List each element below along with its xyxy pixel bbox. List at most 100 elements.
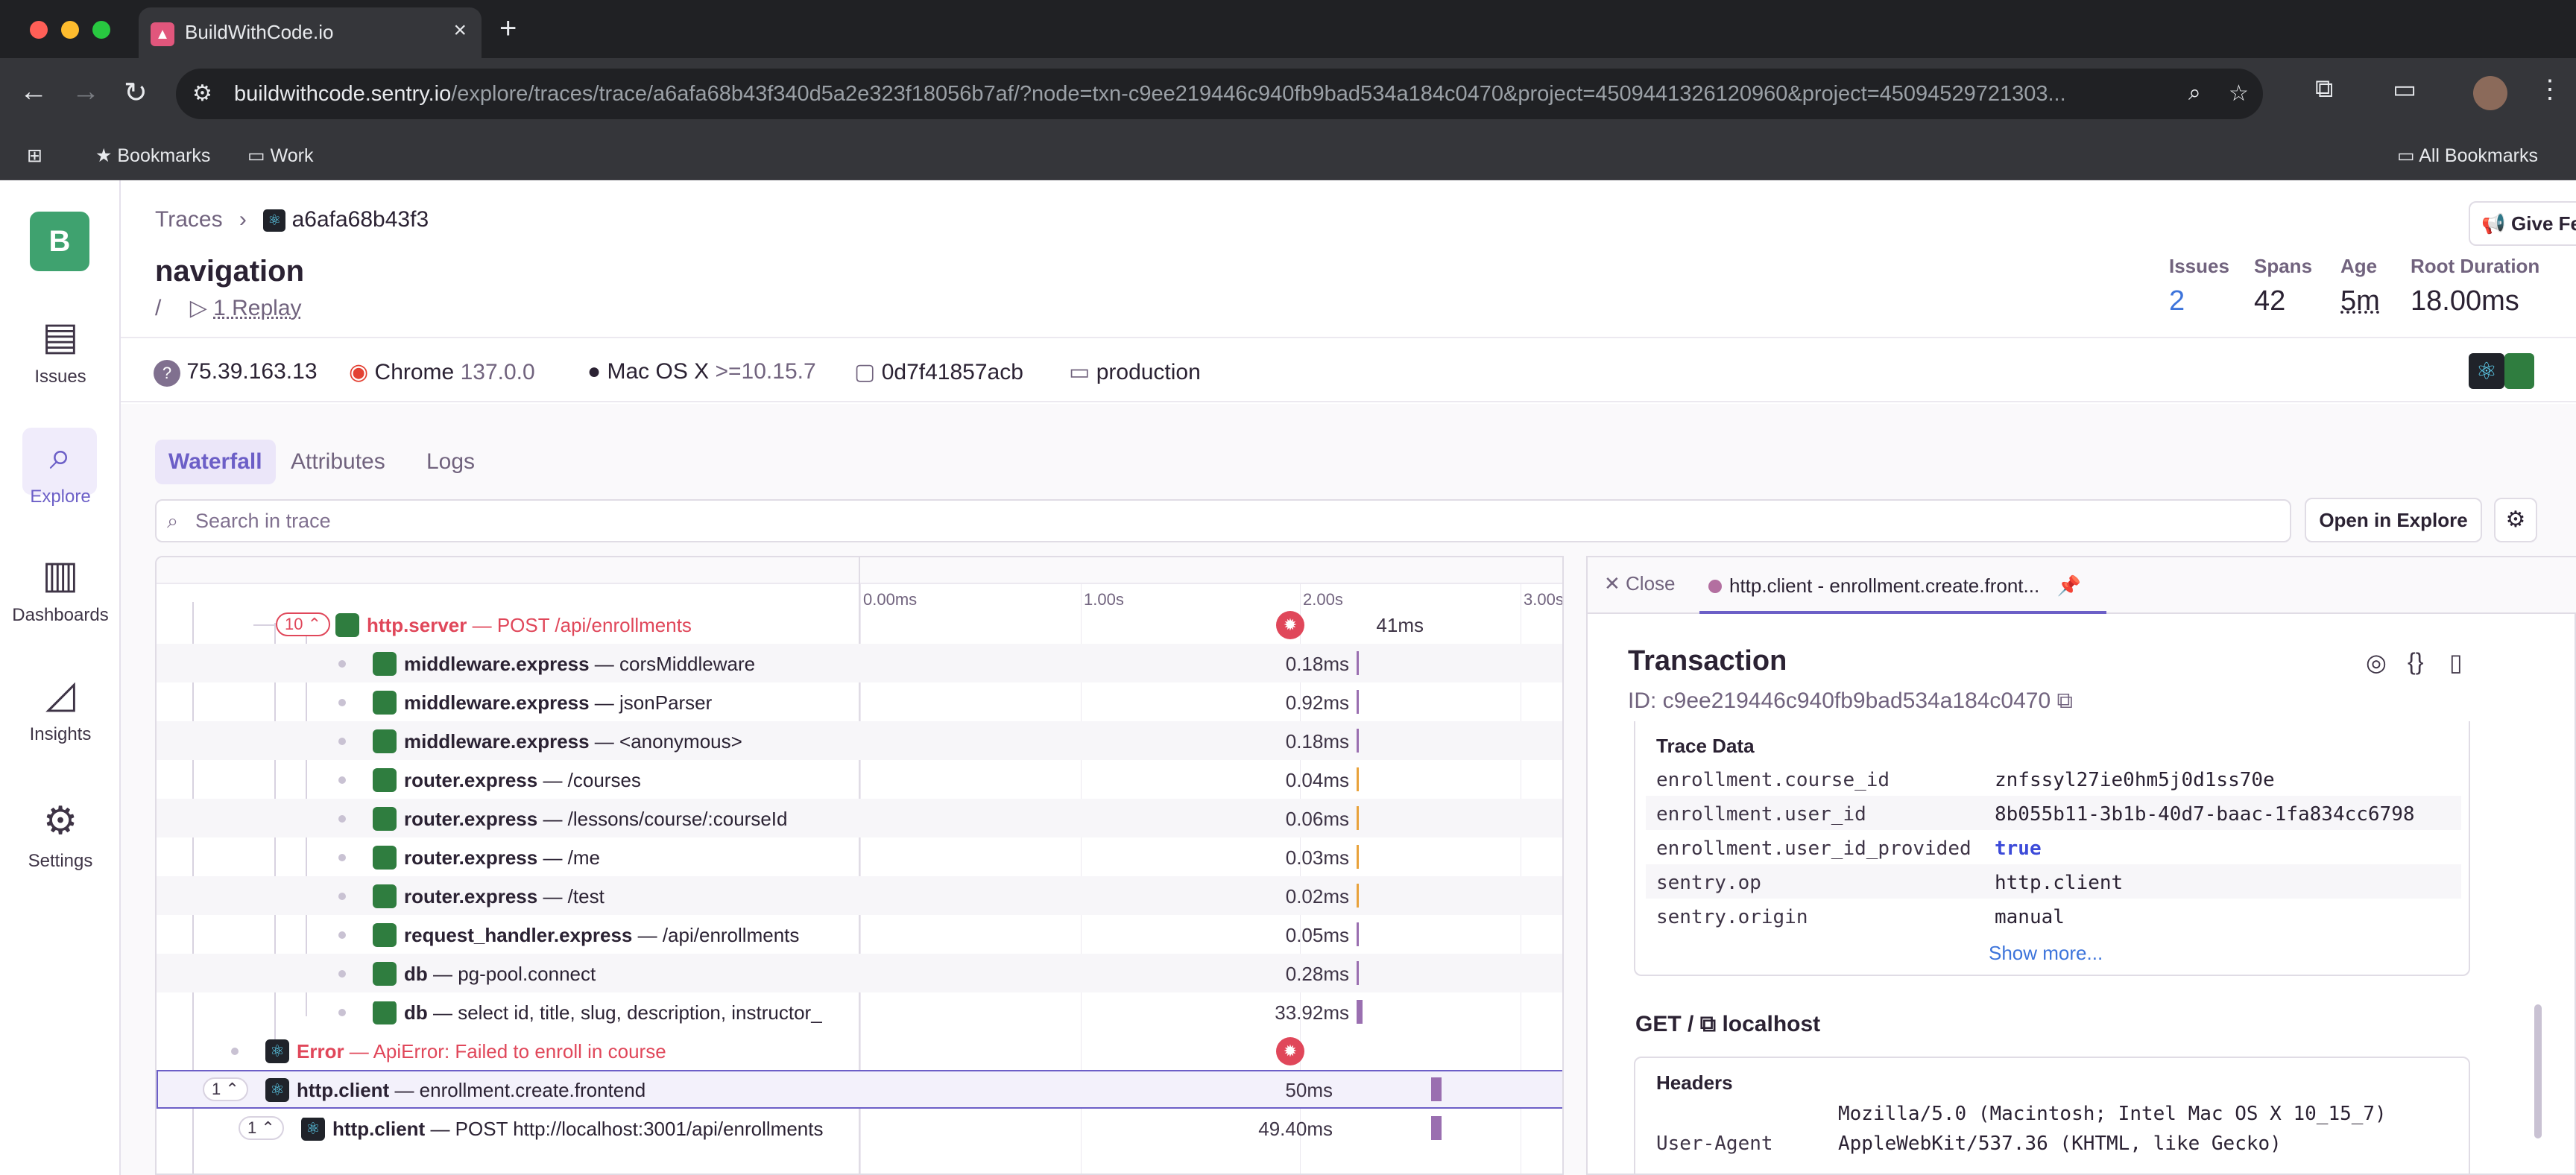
sidebar-item-insights[interactable]: ◿ Insights — [0, 672, 121, 745]
panel-layout-icon[interactable]: ▯ — [2449, 648, 2463, 677]
menu-icon[interactable]: ⋮ — [2537, 75, 2563, 104]
headers-section: Headers Mozilla/5.0 (Macintosh; Intel Ma… — [1634, 1057, 2470, 1175]
stat-root-duration: Root Duration 18.00ms — [2411, 255, 2540, 317]
new-tab-icon[interactable]: + — [499, 12, 517, 45]
span-row[interactable]: 10 ⌃ http.server — POST /api/enrollments… — [157, 605, 1562, 644]
stat-issues: Issues 2 — [2169, 255, 2229, 317]
extensions-icon[interactable]: ⧉ — [2315, 75, 2333, 104]
child-count-toggle[interactable]: 10 ⌃ — [276, 612, 331, 636]
tab-waterfall[interactable]: Waterfall — [155, 440, 276, 484]
transaction-id: ID: c9ee219446c940fb9bad534a184c0470 ⧉ — [1628, 688, 2073, 713]
bookmark-work[interactable]: ▭ Work — [247, 145, 313, 167]
trace-search-input[interactable]: ⌕ Search in trace — [155, 499, 2291, 542]
forward-icon[interactable]: → — [72, 76, 100, 108]
request-heading: GET / ⧉ localhost — [1635, 1012, 1821, 1036]
search-icon: ⌕ — [167, 510, 179, 532]
sidebar-item-explore[interactable]: ⌕ Explore — [0, 434, 121, 507]
bookmark-star-icon[interactable]: ☆ — [2229, 80, 2249, 107]
trace-settings-gear-icon[interactable]: ⚙ — [2494, 498, 2537, 542]
sentry-favicon-icon: ▲ — [151, 22, 174, 46]
tab-logs[interactable]: Logs — [413, 440, 488, 484]
issues-icon: ▤ — [42, 315, 79, 358]
span-row[interactable]: router.express — /test 0.02ms — [157, 876, 1562, 915]
trace-data-row: sentry.origin manual — [1656, 906, 2065, 928]
release-tag[interactable]: ▢ 0d7f41857acb — [854, 359, 1023, 385]
error-flame-icon[interactable]: ✹ — [1276, 1037, 1304, 1065]
play-icon: ▷ — [189, 296, 207, 320]
apps-grid-icon[interactable]: ⊞ — [27, 145, 42, 167]
stat-age: Age 5m — [2340, 255, 2380, 317]
back-icon[interactable]: ← — [19, 76, 48, 108]
browser-toolbar: ← → ↻ ⚙ buildwithcode.sentry.io/explore/… — [0, 58, 2576, 130]
window-minimize-button[interactable] — [61, 21, 79, 39]
show-more-link[interactable]: Show more... — [1989, 942, 2103, 965]
span-row[interactable]: router.express — /courses 0.04ms — [157, 760, 1562, 799]
search-icon: ⌕ — [49, 434, 72, 478]
span-row[interactable]: 1 ⌃ ⚛ http.client — POST http://localhost… — [157, 1109, 1562, 1147]
copy-icon[interactable]: ⧉ — [2057, 688, 2073, 713]
react-icon: ⚛ — [263, 209, 286, 232]
transaction-path: / ▷ 1 Replay — [155, 296, 302, 320]
unknown-user-icon: ? — [154, 360, 180, 387]
window-maximize-button[interactable] — [92, 21, 110, 39]
drawer-scrollbar[interactable] — [2534, 1004, 2542, 1138]
node-platform-icon — [2504, 353, 2534, 389]
span-row[interactable]: middleware.express — jsonParser 0.92ms — [157, 682, 1562, 721]
sidebar-item-settings[interactable]: ⚙ Settings — [0, 799, 121, 872]
span-row[interactable]: middleware.express — <anonymous> 0.18ms — [157, 721, 1562, 760]
main-content: Traces › ⚛ a6afa68b43f3 navigation / ▷ 1… — [121, 180, 2576, 1175]
external-link-icon[interactable]: ⧉ — [1700, 1012, 1716, 1036]
react-platform-icon: ⚛ — [2469, 353, 2504, 389]
span-row[interactable]: router.express — /me 0.03ms — [157, 837, 1562, 876]
tab-close-icon[interactable]: × — [453, 18, 467, 43]
waterfall-panel: 0.00ms 1.00s 2.00s 3.00s 10 ⌃ http.serve… — [155, 556, 1564, 1175]
tab-attributes[interactable]: Attributes — [277, 440, 399, 484]
dashboards-icon: ▥ — [42, 554, 79, 597]
child-count-toggle[interactable]: 1 ⌃ — [239, 1116, 284, 1140]
all-bookmarks[interactable]: ▭ All Bookmarks — [2397, 145, 2538, 167]
profile-avatar[interactable] — [2473, 76, 2507, 110]
replay-link[interactable]: 1 Replay — [213, 296, 301, 320]
reload-icon[interactable]: ↻ — [124, 76, 148, 110]
zoom-icon[interactable]: ⌕ — [2188, 80, 2201, 106]
close-drawer-button[interactable]: ✕ Close — [1604, 572, 1676, 595]
span-row-selected[interactable]: 1 ⌃ ⚛ http.client — enrollment.create.fro… — [157, 1070, 1562, 1109]
trace-data-row: sentry.op http.client — [1646, 864, 2461, 899]
sidebar-item-issues[interactable]: ▤ Issues — [0, 314, 121, 387]
environment-tag: ▭ production — [1069, 360, 1201, 384]
json-icon[interactable]: {} — [2408, 648, 2423, 676]
cast-icon[interactable]: ▭ — [2393, 75, 2416, 104]
drawer-tab-active[interactable]: http.client - enrollment.create.front...… — [1699, 557, 2106, 614]
trace-data-section: Trace Data enrollment.course_id znfssyl27… — [1634, 721, 2470, 976]
address-bar[interactable]: ⚙ buildwithcode.sentry.io/explore/traces… — [176, 69, 2263, 119]
sidebar: B ▤ Issues ⌕ Explore ▥ Dashboards ◿ Insi… — [0, 180, 121, 1175]
error-row[interactable]: ⚛ Error — ApiError: Failed to enroll in c… — [157, 1031, 1562, 1070]
org-avatar[interactable]: B — [30, 212, 89, 271]
window-close-button[interactable] — [30, 21, 48, 39]
bookmark-bookmarks[interactable]: ★ Bookmarks — [95, 145, 210, 167]
trace-data-row: enrollment.user_id_provided true — [1656, 837, 2042, 860]
browser-tabbar: ▲ BuildWithCode.io × + — [0, 0, 2576, 58]
span-row[interactable]: request_handler.express — /api/enrollmen… — [157, 915, 1562, 954]
span-row[interactable]: middleware.express — corsMiddleware 0.18… — [157, 644, 1562, 682]
browser-tab[interactable]: ▲ BuildWithCode.io × — [139, 7, 482, 58]
breadcrumb-traces[interactable]: Traces — [155, 207, 223, 232]
environment-icon: ▭ — [1069, 360, 1090, 384]
ip-tag: ? 75.39.163.13 — [154, 359, 318, 387]
trace-meta-bar: ? 75.39.163.13 ◉ Chrome 137.0.0 ● Mac OS… — [121, 337, 2576, 402]
error-flame-icon[interactable]: ✹ — [1276, 611, 1304, 639]
span-row[interactable]: db — select id, title, slug, description… — [157, 992, 1562, 1031]
os-tag: ● Mac OS X >=10.15.7 — [587, 359, 816, 384]
open-in-explore-button[interactable]: Open in Explore — [2305, 498, 2482, 542]
sidebar-item-dashboards[interactable]: ▥ Dashboards — [0, 553, 121, 626]
span-row[interactable]: router.express — /lessons/course/:course… — [157, 799, 1562, 837]
site-info-icon[interactable]: ⚙ — [192, 80, 212, 107]
insights-icon: ◿ — [45, 673, 75, 716]
pin-icon: 📌 — [2056, 574, 2081, 597]
give-feedback-button[interactable]: 📢 Give Feedback — [2469, 201, 2576, 246]
profile-target-icon[interactable]: ◎ — [2366, 648, 2387, 677]
child-count-toggle[interactable]: 1 ⌃ — [203, 1077, 248, 1101]
span-row[interactable]: db — pg-pool.connect 0.28ms — [157, 954, 1562, 992]
bookmarks-bar: ⊞ ★ Bookmarks ▭ Work ▭ All Bookmarks — [0, 130, 2576, 180]
span-details-drawer: ✕ Close http.client - enrollment.create.… — [1586, 556, 2576, 1175]
